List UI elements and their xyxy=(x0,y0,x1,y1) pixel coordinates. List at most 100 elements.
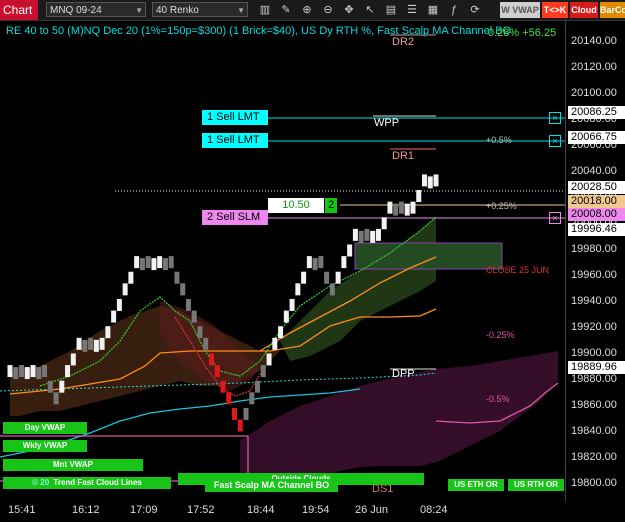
renko-brick xyxy=(139,258,145,271)
renko-brick xyxy=(157,256,163,269)
renko-brick xyxy=(295,283,301,296)
renko-brick xyxy=(168,256,174,269)
renko-brick xyxy=(278,326,284,339)
renko-brick xyxy=(232,407,238,420)
sell-limit-order-1[interactable]: 1 Sell LMT xyxy=(202,110,268,125)
renko-brick xyxy=(19,365,25,378)
minus-025-label: -0.25% xyxy=(486,330,515,340)
chart-tab[interactable]: Chart xyxy=(0,0,38,20)
time-tick: 15:41 xyxy=(8,504,36,516)
renko-brick xyxy=(53,392,59,405)
close-icon[interactable]: × xyxy=(549,112,561,124)
w-vwap-button[interactable]: W VWAP xyxy=(500,2,540,18)
pan-icon[interactable]: ✥ xyxy=(342,3,356,17)
chart-trader-icon[interactable]: ▤ xyxy=(384,3,398,17)
drawing-tools-icon[interactable]: ✎ xyxy=(279,3,293,17)
dr2-label: DR2 xyxy=(392,36,415,48)
day-vwap-button[interactable]: Day VWAP xyxy=(3,422,87,434)
time-tick: 19:54 xyxy=(302,504,330,516)
renko-brick xyxy=(243,407,249,420)
renko-brick xyxy=(329,283,335,296)
properties-icon[interactable]: ☰ xyxy=(405,3,419,17)
pointer-icon[interactable]: ↖ xyxy=(363,3,377,17)
renko-brick xyxy=(76,337,82,350)
trend-clouds-button[interactable]: © 20 Trend Fast Cloud Lines xyxy=(3,477,171,489)
instrument-label: MNQ 09-24 xyxy=(50,5,102,16)
sell-limit-order-2[interactable]: 1 Sell LMT xyxy=(202,133,268,148)
position-quantity[interactable]: 2 xyxy=(325,198,337,213)
price-axis[interactable]: 20140.00 20120.00 20100.00 20080.00 20060.00… xyxy=(565,21,625,501)
renko-brick xyxy=(347,244,353,257)
renko-brick xyxy=(393,203,399,216)
plus-025-label: +0.25% xyxy=(486,201,517,211)
price-tick: 19920.00 xyxy=(571,321,617,333)
renko-brick xyxy=(65,365,71,378)
minus-05-label: -0.5% xyxy=(486,394,510,404)
close-icon[interactable]: × xyxy=(549,212,561,224)
chevron-down-icon: ▼ xyxy=(237,6,245,15)
instrument-selector[interactable]: MNQ 09-24 ▼ xyxy=(46,2,146,17)
renko-brick xyxy=(260,365,266,378)
sync-icon[interactable]: ⟳ xyxy=(468,3,482,17)
zoom-in-icon[interactable]: ⊕ xyxy=(300,3,314,17)
renko-brick xyxy=(151,258,157,271)
renko-brick xyxy=(128,271,134,284)
time-tick: 26 Jun xyxy=(355,504,389,516)
position-pnl[interactable]: 10.50 xyxy=(268,198,324,213)
renko-brick xyxy=(47,380,53,393)
sell-stop-order[interactable]: 2 Sell SLM xyxy=(202,210,268,225)
price-label: 20008.00 xyxy=(568,207,625,221)
us-eth-or-button[interactable]: US ETH OR xyxy=(448,479,504,491)
renko-brick xyxy=(370,230,376,243)
renko-brick xyxy=(214,365,220,378)
renko-brick xyxy=(208,353,214,366)
wpp-label: WPP xyxy=(374,117,400,129)
renko-brick xyxy=(111,310,117,323)
bull-cloud xyxy=(280,216,436,361)
bar-type-selector[interactable]: 40 Renko ▼ xyxy=(152,2,248,17)
price-label: 20028.50 xyxy=(568,180,625,194)
renko-brick xyxy=(145,256,151,269)
renko-brick xyxy=(433,174,439,187)
price-tick: 19900.00 xyxy=(571,347,617,359)
strategies-icon[interactable]: ▦ xyxy=(426,3,440,17)
renko-brick xyxy=(122,283,128,296)
renko-brick xyxy=(36,367,42,380)
price-tick: 19840.00 xyxy=(571,425,617,437)
close-icon[interactable]: × xyxy=(549,135,561,147)
copyright-text: © 20 xyxy=(32,478,50,487)
price-tick: 20120.00 xyxy=(571,61,617,73)
barco-button[interactable]: BarCo xyxy=(600,2,625,18)
price-tick: 19960.00 xyxy=(571,269,617,281)
cloud-button[interactable]: Cloud xyxy=(570,2,598,18)
renko-brick xyxy=(42,365,48,378)
indicators-icon[interactable]: ƒ xyxy=(447,3,461,17)
price-tick: 19820.00 xyxy=(571,451,617,463)
mnt-vwap-button[interactable]: Mnt VWAP xyxy=(3,459,143,471)
plus-05-label: +0.5% xyxy=(486,135,512,145)
chart-title: RE 40 to 50 (M)NQ Dec 20 (1%=150p=$300) … xyxy=(6,25,512,37)
time-tick: 16:12 xyxy=(72,504,100,516)
renko-brick xyxy=(237,419,243,432)
renko-brick xyxy=(134,256,140,269)
toolbar: Chart MNQ 09-24 ▼ 40 Renko ▼ ▥ ✎ ⊕ ⊖ ✥ ↖… xyxy=(0,0,625,21)
renko-brick xyxy=(387,201,393,214)
renko-brick xyxy=(318,256,324,269)
wkly-vwap-button[interactable]: Wkly VWAP xyxy=(3,440,87,452)
renko-brick xyxy=(93,339,99,352)
renko-brick xyxy=(255,380,261,393)
bar-chart-icon[interactable]: ▥ xyxy=(258,3,272,17)
renko-brick xyxy=(398,201,404,214)
fast-scalp-button[interactable]: Fast Scalp MA Channel BO xyxy=(205,479,338,492)
time-axis[interactable]: 15:41 16:12 17:09 17:52 18:44 19:54 26 Jun 08:2… xyxy=(0,501,565,522)
renko-brick xyxy=(404,203,410,216)
us-rth-or-button[interactable]: US RTH OR xyxy=(508,479,564,491)
chart-panel[interactable]: RE 40 to 50 (M)NQ Dec 20 (1%=150p=$300) … xyxy=(0,21,565,501)
time-tick: 17:09 xyxy=(130,504,158,516)
dr1-label: DR1 xyxy=(392,150,415,162)
tk-button[interactable]: T<>K xyxy=(542,2,568,18)
renko-brick xyxy=(306,256,312,269)
renko-brick xyxy=(30,365,36,378)
zoom-out-icon[interactable]: ⊖ xyxy=(321,3,335,17)
renko-brick xyxy=(99,337,105,350)
